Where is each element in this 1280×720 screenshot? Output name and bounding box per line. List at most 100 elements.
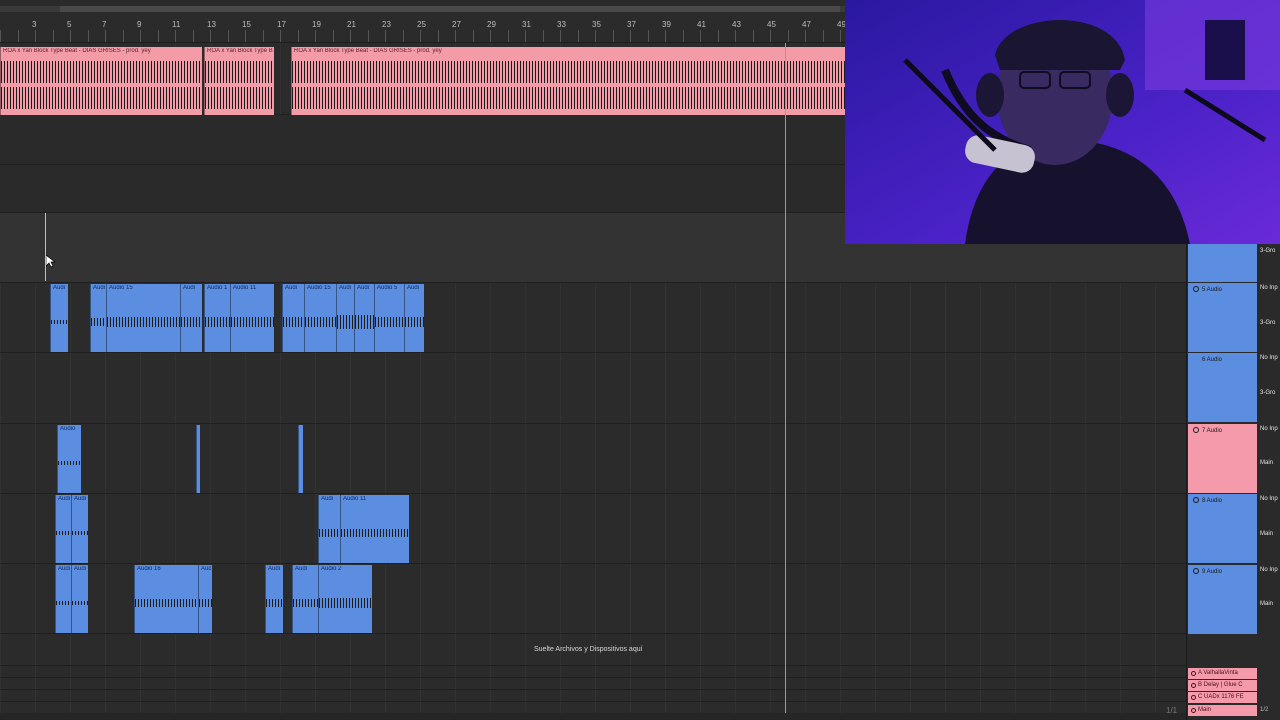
fold-icon[interactable] [1193, 427, 1199, 433]
audio-clip[interactable]: Audio 2 [318, 565, 372, 633]
return-track-b[interactable]: B Delay | Glue C [1188, 680, 1257, 691]
track-output[interactable]: 3-Gro [1260, 320, 1275, 326]
bar-number: 25 [417, 20, 426, 29]
return-track-a[interactable]: A ValhallaVinta [1188, 668, 1257, 679]
audio-clip[interactable]: Audi [282, 284, 304, 352]
track-header-9[interactable]: 9 Audio [1188, 565, 1257, 634]
track-input[interactable]: No Inp [1260, 355, 1278, 361]
track-header-8[interactable]: 8 Audio [1188, 494, 1257, 563]
audio-clip[interactable]: Audi [71, 495, 88, 563]
audio-clip[interactable] [196, 425, 200, 493]
return-lane-a[interactable] [0, 666, 1186, 678]
track-name[interactable]: 7 Audio [1202, 428, 1222, 434]
waveform [1, 61, 202, 83]
audio-clip[interactable] [298, 425, 303, 493]
track-output[interactable]: Main [1260, 460, 1273, 466]
audio-clip[interactable]: Audio 15 [304, 284, 336, 352]
track-output[interactable]: 3-Gro [1260, 248, 1275, 254]
return-track-c[interactable]: C UADx 1176 FE [1188, 692, 1257, 703]
fold-icon[interactable] [1193, 497, 1199, 503]
audio-clip[interactable]: Audi [180, 284, 202, 352]
clip-label: Audio 15 [307, 285, 331, 291]
group-track-header[interactable] [1188, 244, 1257, 282]
audio-clip[interactable]: Audi [354, 284, 374, 352]
ruler-tick [262, 30, 264, 42]
clip-label: Audi [183, 285, 196, 291]
loop-region[interactable] [60, 6, 840, 12]
fold-icon[interactable] [1193, 568, 1199, 574]
ruler-tick [770, 30, 771, 42]
clip-label: Audi [74, 566, 87, 572]
waveform [107, 317, 180, 327]
clip-label: Audio 5 [377, 285, 398, 291]
audio-clip[interactable]: Audio [57, 425, 81, 493]
ruler-tick [52, 30, 54, 42]
playhead[interactable] [785, 43, 786, 720]
audio-clip[interactable]: Audi [265, 565, 283, 633]
audio-clip[interactable]: Audi [55, 565, 71, 633]
waveform [266, 599, 283, 607]
ruler-tick [682, 30, 684, 42]
track-name[interactable]: 8 Audio [1202, 498, 1222, 504]
fold-icon[interactable] [1191, 708, 1196, 713]
audio-clip[interactable]: Audio 1 [204, 284, 230, 352]
track-lane-7-audio[interactable]: Audio [0, 424, 1186, 494]
audio-clip[interactable]: Audi [198, 565, 212, 633]
fold-icon[interactable] [1191, 671, 1196, 676]
ruler-tick [507, 30, 509, 42]
audio-clip[interactable]: ROA x Yan Block Type Beat - DIAS GRISES … [291, 47, 845, 115]
track-name[interactable]: 6 Audio [1202, 357, 1222, 363]
audio-clip[interactable]: Audi [336, 284, 354, 352]
fold-icon[interactable] [1193, 286, 1199, 292]
loop-bar[interactable] [0, 6, 845, 12]
ruler-tick [647, 30, 649, 42]
audio-clip[interactable]: Audio 11 [230, 284, 274, 352]
waveform [205, 87, 274, 109]
audio-clip[interactable]: Audi [404, 284, 424, 352]
track-input[interactable]: No Inp [1260, 426, 1278, 432]
bar-number: 29 [487, 20, 496, 29]
bar-number: 17 [277, 20, 286, 29]
track-header-7[interactable]: 7 Audio [1188, 424, 1257, 493]
track-lane-6-audio[interactable] [0, 353, 1186, 424]
track-name[interactable]: 5 Audio [1202, 287, 1222, 293]
arrangement-ruler[interactable]: 3 5 7 9 11 13 15 17 19 21 23 25 27 29 31… [0, 0, 846, 43]
ruler-tick [402, 30, 404, 42]
ruler-tick [577, 30, 579, 42]
return-lane-c[interactable] [0, 690, 1186, 702]
track-header-6[interactable]: 6 Audio [1188, 353, 1257, 422]
audio-clip[interactable]: Audi [292, 565, 318, 633]
audio-clip[interactable]: Audio 11 [340, 495, 409, 563]
audio-clip[interactable]: Audi [90, 284, 106, 352]
arrangement-scrollbar[interactable] [0, 713, 1186, 720]
audio-clip[interactable]: Audio 16 [134, 565, 198, 633]
main-track[interactable]: Main [1188, 705, 1257, 716]
return-lane-b[interactable] [0, 678, 1186, 690]
audio-clip[interactable]: Audio 5 [374, 284, 404, 352]
track-output[interactable]: 3-Gro [1260, 390, 1275, 396]
fold-icon[interactable] [1191, 683, 1196, 688]
track-lane-5-audio[interactable]: Audi Audi Audio 15 Audi Audio 1 Audio 11… [0, 283, 1186, 353]
fold-icon[interactable] [1191, 695, 1196, 700]
mouse-pointer-icon [45, 254, 57, 273]
ruler-tick [630, 30, 631, 42]
audio-clip[interactable]: ROA x Yan Block Type Beat [204, 47, 274, 115]
audio-clip[interactable]: Audi [71, 565, 88, 633]
audio-clip[interactable]: Audi [50, 284, 68, 352]
audio-clip[interactable]: Audi [318, 495, 340, 563]
track-header-5[interactable]: 5 Audio [1188, 283, 1257, 352]
waveform [91, 318, 106, 326]
track-lane-8-audio[interactable]: Audi Audi Audi Audio 11 [0, 494, 1186, 564]
waveform [205, 317, 230, 327]
track-input[interactable]: No Inp [1260, 496, 1278, 502]
track-output[interactable]: Main [1260, 531, 1273, 537]
track-lane-9-audio[interactable]: Audi Audi Audio 16 Audi Audi Audi Audio … [0, 564, 1186, 634]
clip-label: Audio [60, 426, 76, 432]
track-output[interactable]: Main [1260, 601, 1273, 607]
audio-clip[interactable]: Audio 15 [106, 284, 180, 352]
audio-clip[interactable]: Audi [55, 495, 71, 563]
track-input[interactable]: No Inp [1260, 285, 1278, 291]
track-name[interactable]: 9 Audio [1202, 569, 1222, 575]
audio-clip[interactable]: ROA x Yan Block Type Beat - DIAS GRISES … [0, 47, 202, 115]
track-input[interactable]: No Inp [1260, 567, 1278, 573]
